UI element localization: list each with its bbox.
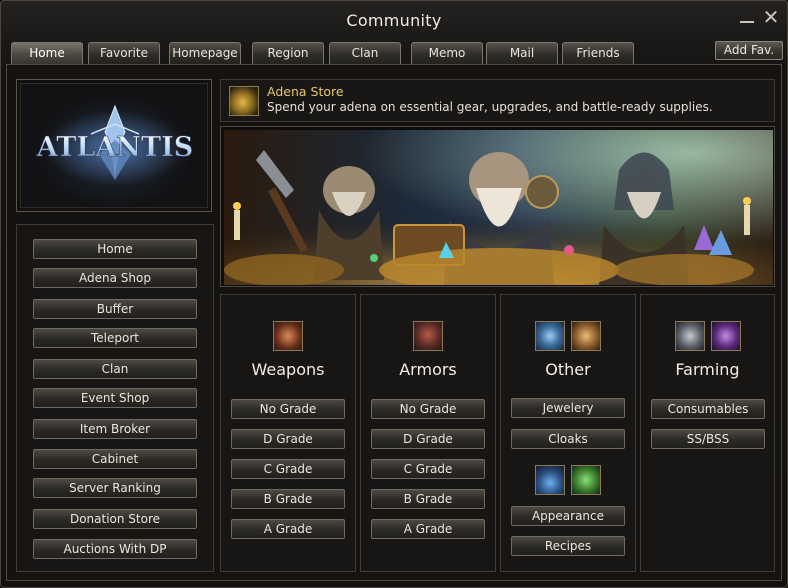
armors-c-grade-button[interactable]: C Grade <box>371 459 485 479</box>
category-other: Other Jewelery Cloaks Appearance Recipes <box>500 294 636 572</box>
soulshot-icon <box>711 321 741 351</box>
category-title: Armors <box>399 360 457 379</box>
nav-event-shop-button[interactable]: Event Shop <box>33 388 197 408</box>
consumables-button[interactable]: Consumables <box>651 399 765 419</box>
nav-home-button[interactable]: Home <box>33 239 197 259</box>
cloaks-button[interactable]: Cloaks <box>511 429 625 449</box>
appearance-icon <box>571 465 601 495</box>
nav-teleport-button[interactable]: Teleport <box>33 328 197 348</box>
category-weapons: Weapons No Grade D Grade C Grade B Grade… <box>220 294 356 572</box>
appearance-button[interactable]: Appearance <box>511 506 625 526</box>
nav-auctions-dp-button[interactable]: Auctions With DP <box>33 539 197 559</box>
minimize-icon[interactable] <box>739 9 755 27</box>
nav-adena-shop-button[interactable]: Adena Shop <box>33 268 197 288</box>
server-logo: ATLANTIS <box>20 83 208 208</box>
weapons-no-grade-button[interactable]: No Grade <box>231 399 345 419</box>
potion-icon <box>535 465 565 495</box>
tab-homepage[interactable]: Homepage <box>169 42 241 64</box>
window-title: Community <box>346 11 442 30</box>
adena-coins-icon <box>229 86 259 116</box>
armor-icon <box>413 321 443 351</box>
tab-memo[interactable]: Memo <box>411 42 483 64</box>
nav-donation-store-button[interactable]: Donation Store <box>33 509 197 529</box>
arrows-icon <box>675 321 705 351</box>
tab-favorite[interactable]: Favorite <box>88 42 160 64</box>
title-bar[interactable]: Community ✕ <box>1 1 787 41</box>
community-window: Community ✕ Home Favorite Homepage Regio… <box>0 0 788 588</box>
content-area: ATLANTIS Home Adena Shop Buffer Teleport… <box>6 64 782 581</box>
weapon-icon <box>273 321 303 351</box>
armors-no-grade-button[interactable]: No Grade <box>371 399 485 419</box>
weapons-d-grade-button[interactable]: D Grade <box>231 429 345 449</box>
category-title: Other <box>545 360 591 379</box>
nav-clan-button[interactable]: Clan <box>33 359 197 379</box>
category-farming: Farming Consumables SS/BSS <box>640 294 775 572</box>
jewelery-button[interactable]: Jewelery <box>511 398 625 418</box>
weapons-c-grade-button[interactable]: C Grade <box>231 459 345 479</box>
armors-b-grade-button[interactable]: B Grade <box>371 489 485 509</box>
server-logo-panel: ATLANTIS <box>16 79 212 212</box>
nav-item-broker-button[interactable]: Item Broker <box>33 419 197 439</box>
armors-d-grade-button[interactable]: D Grade <box>371 429 485 449</box>
tab-friends[interactable]: Friends <box>562 42 634 64</box>
ss-bss-button[interactable]: SS/BSS <box>651 429 765 449</box>
jewelry-icon <box>535 321 565 351</box>
weapons-b-grade-button[interactable]: B Grade <box>231 489 345 509</box>
tab-clan[interactable]: Clan <box>329 42 401 64</box>
store-header: Adena Store Spend your adena on essentia… <box>220 79 775 122</box>
nav-cabinet-button[interactable]: Cabinet <box>33 449 197 469</box>
store-banner-image <box>220 126 775 287</box>
store-title: Adena Store <box>267 84 344 99</box>
store-description: Spend your adena on essential gear, upgr… <box>267 100 713 114</box>
recipes-button[interactable]: Recipes <box>511 536 625 556</box>
nav-buffer-button[interactable]: Buffer <box>33 299 197 319</box>
add-favorite-button[interactable]: Add Fav. <box>715 41 783 60</box>
nav-server-ranking-button[interactable]: Server Ranking <box>33 478 197 498</box>
navigation-menu: Home Adena Shop Buffer Teleport Clan Eve… <box>16 224 214 572</box>
tab-mail[interactable]: Mail <box>486 42 558 64</box>
close-icon[interactable]: ✕ <box>761 7 781 27</box>
armors-a-grade-button[interactable]: A Grade <box>371 519 485 539</box>
cloak-icon <box>571 321 601 351</box>
weapons-a-grade-button[interactable]: A Grade <box>231 519 345 539</box>
tab-home[interactable]: Home <box>11 42 83 65</box>
category-armors: Armors No Grade D Grade C Grade B Grade … <box>360 294 496 572</box>
category-title: Weapons <box>251 360 325 379</box>
category-title: Farming <box>675 360 740 379</box>
logo-text: ATLANTIS <box>36 132 193 163</box>
tab-region[interactable]: Region <box>252 42 324 64</box>
